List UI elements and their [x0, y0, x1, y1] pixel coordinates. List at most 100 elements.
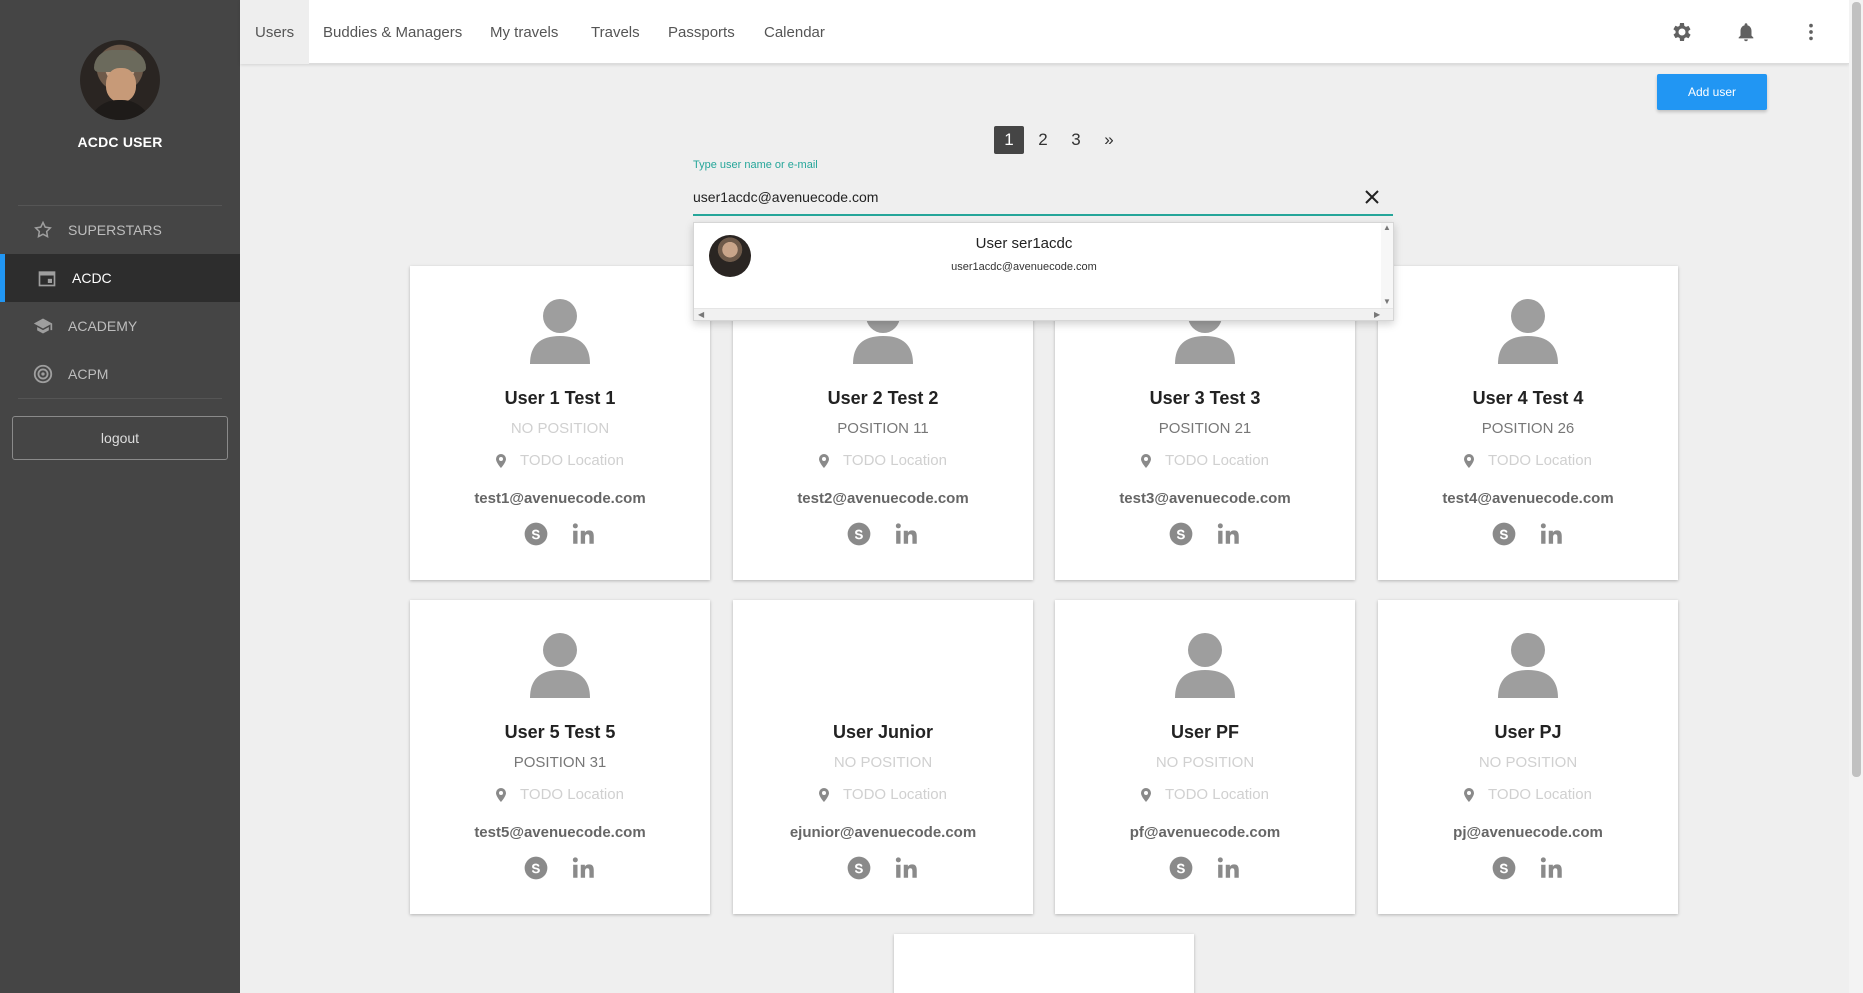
- scroll-down-icon[interactable]: ▼: [1383, 297, 1391, 306]
- sidebar-item-acdc[interactable]: ACDC: [0, 254, 240, 302]
- tab-my-travels[interactable]: My travels: [490, 0, 558, 64]
- user-position: POSITION 31: [513, 754, 607, 771]
- social-links: [1055, 520, 1355, 548]
- linkedin-icon[interactable]: [1538, 854, 1566, 882]
- suggestion-name[interactable]: User ser1acdc: [774, 235, 1274, 252]
- sidebar-item-label: ACPM: [68, 366, 109, 382]
- linkedin-icon[interactable]: [1215, 520, 1243, 548]
- user-card[interactable]: [894, 934, 1194, 993]
- skype-icon[interactable]: [1490, 520, 1518, 548]
- location-pin-icon: [819, 787, 830, 802]
- linkedin-icon[interactable]: [893, 520, 921, 548]
- user-position: NO POSITION: [1155, 754, 1255, 771]
- skype-icon[interactable]: [1490, 854, 1518, 882]
- scroll-right-icon[interactable]: ▶: [1374, 310, 1380, 319]
- social-links: [1055, 854, 1355, 882]
- user-email[interactable]: ejunior@avenuecode.com: [733, 824, 1033, 841]
- page-1[interactable]: 1: [994, 126, 1024, 154]
- sidebar-username: ACDC USER: [77, 134, 163, 150]
- tab-calendar[interactable]: Calendar: [764, 0, 825, 64]
- linkedin-icon[interactable]: [893, 854, 921, 882]
- user-email[interactable]: test2@avenuecode.com: [733, 490, 1033, 507]
- sidebar-item-acpm[interactable]: ACPM: [0, 350, 240, 398]
- location-text: TODO Location: [1488, 452, 1592, 469]
- linkedin-icon[interactable]: [570, 854, 598, 882]
- skype-icon[interactable]: [845, 520, 873, 548]
- suggestions-vertical-scrollbar[interactable]: ▲ ▼: [1381, 223, 1393, 309]
- page-next[interactable]: »: [1097, 126, 1121, 154]
- calendar-icon: [36, 267, 58, 289]
- location-pin-icon: [1464, 787, 1475, 802]
- top-nav-bar: Users Buddies & Managers My travels Trav…: [240, 0, 1849, 64]
- location-text: TODO Location: [1488, 786, 1592, 803]
- location-pin-icon: [496, 787, 507, 802]
- settings-icon[interactable]: [1668, 18, 1696, 46]
- user-card[interactable]: User PF NO POSITION TODO Location pf@avenue…: [1055, 600, 1355, 914]
- user-email[interactable]: test1@avenuecode.com: [410, 490, 710, 507]
- user-name: User PF: [1170, 722, 1240, 742]
- user-card[interactable]: User PJ NO POSITION TODO Location pj@avenue…: [1378, 600, 1678, 914]
- user-location: TODO Location: [1055, 452, 1355, 469]
- location-text: TODO Location: [843, 786, 947, 803]
- nav-divider: [18, 398, 222, 399]
- logout-button[interactable]: logout: [12, 416, 228, 460]
- skype-icon[interactable]: [522, 854, 550, 882]
- user-email[interactable]: test5@avenuecode.com: [410, 824, 710, 841]
- suggestion-email[interactable]: user1acdc@avenuecode.com: [774, 261, 1274, 273]
- user-avatar-icon: [1496, 296, 1560, 364]
- tab-users[interactable]: Users: [240, 0, 310, 64]
- tab-buddies-managers[interactable]: Buddies & Managers: [323, 0, 462, 64]
- user-email[interactable]: pf@avenuecode.com: [1055, 824, 1355, 841]
- page-scrollbar[interactable]: [1849, 0, 1863, 993]
- suggestion-avatar[interactable]: [709, 235, 751, 277]
- social-links: [733, 520, 1033, 548]
- sidebar-item-superstars[interactable]: SUPERSTARS: [0, 206, 240, 254]
- user-card[interactable]: User Junior NO POSITION TODO Location ejuni…: [733, 600, 1033, 914]
- sidebar-item-label: SUPERSTARS: [68, 222, 162, 238]
- user-email[interactable]: pj@avenuecode.com: [1378, 824, 1678, 841]
- location-pin-icon: [496, 453, 507, 468]
- page-3[interactable]: 3: [1063, 126, 1089, 154]
- user-card[interactable]: User 4 Test 4 POSITION 26 TODO Location tes…: [1378, 266, 1678, 580]
- skype-icon[interactable]: [1167, 520, 1195, 548]
- search-label: Type user name or e-mail: [693, 159, 818, 171]
- school-icon: [32, 315, 54, 337]
- user-card[interactable]: User 1 Test 1 NO POSITION TODO Location tes…: [410, 266, 710, 580]
- user-name: User 4 Test 4: [1472, 388, 1584, 408]
- user-name: User 3 Test 3: [1149, 388, 1261, 408]
- linkedin-icon[interactable]: [570, 520, 598, 548]
- page-2[interactable]: 2: [1030, 126, 1056, 154]
- location-text: TODO Location: [520, 786, 624, 803]
- skype-icon[interactable]: [522, 520, 550, 548]
- user-name: User Junior: [832, 722, 934, 742]
- skype-icon[interactable]: [845, 854, 873, 882]
- scroll-up-icon[interactable]: ▲: [1383, 223, 1391, 232]
- location-text: TODO Location: [1165, 452, 1269, 469]
- user-avatar[interactable]: [80, 40, 160, 120]
- user-card[interactable]: User 5 Test 5 POSITION 31 TODO Location tes…: [410, 600, 710, 914]
- close-icon[interactable]: [1361, 186, 1383, 208]
- user-email[interactable]: test4@avenuecode.com: [1378, 490, 1678, 507]
- linkedin-icon[interactable]: [1215, 854, 1243, 882]
- suggestions-horizontal-scrollbar[interactable]: ◀ ▶: [694, 308, 1393, 320]
- social-links: [733, 854, 1033, 882]
- linkedin-icon[interactable]: [1538, 520, 1566, 548]
- user-position: POSITION 21: [1158, 420, 1252, 437]
- sidebar-item-academy[interactable]: ACADEMY: [0, 302, 240, 350]
- skype-icon[interactable]: [1167, 854, 1195, 882]
- tab-passports[interactable]: Passports: [668, 0, 735, 64]
- user-position: NO POSITION: [1478, 754, 1578, 771]
- add-user-button[interactable]: Add user: [1657, 74, 1767, 110]
- search-input[interactable]: [693, 180, 1393, 216]
- scroll-left-icon[interactable]: ◀: [698, 310, 704, 319]
- tab-travels[interactable]: Travels: [591, 0, 640, 64]
- user-location: TODO Location: [733, 786, 1033, 803]
- more-vert-icon[interactable]: [1797, 18, 1825, 46]
- user-avatar-icon: [528, 296, 592, 364]
- location-pin-icon: [819, 453, 830, 468]
- scroll-thumb[interactable]: [1852, 2, 1861, 777]
- bell-icon[interactable]: [1732, 18, 1760, 46]
- sidebar: ACDC USER SUPERSTARS ACDC ACADEMY ACPM l…: [0, 0, 240, 993]
- user-email[interactable]: test3@avenuecode.com: [1055, 490, 1355, 507]
- user-name: User PJ: [1494, 722, 1562, 742]
